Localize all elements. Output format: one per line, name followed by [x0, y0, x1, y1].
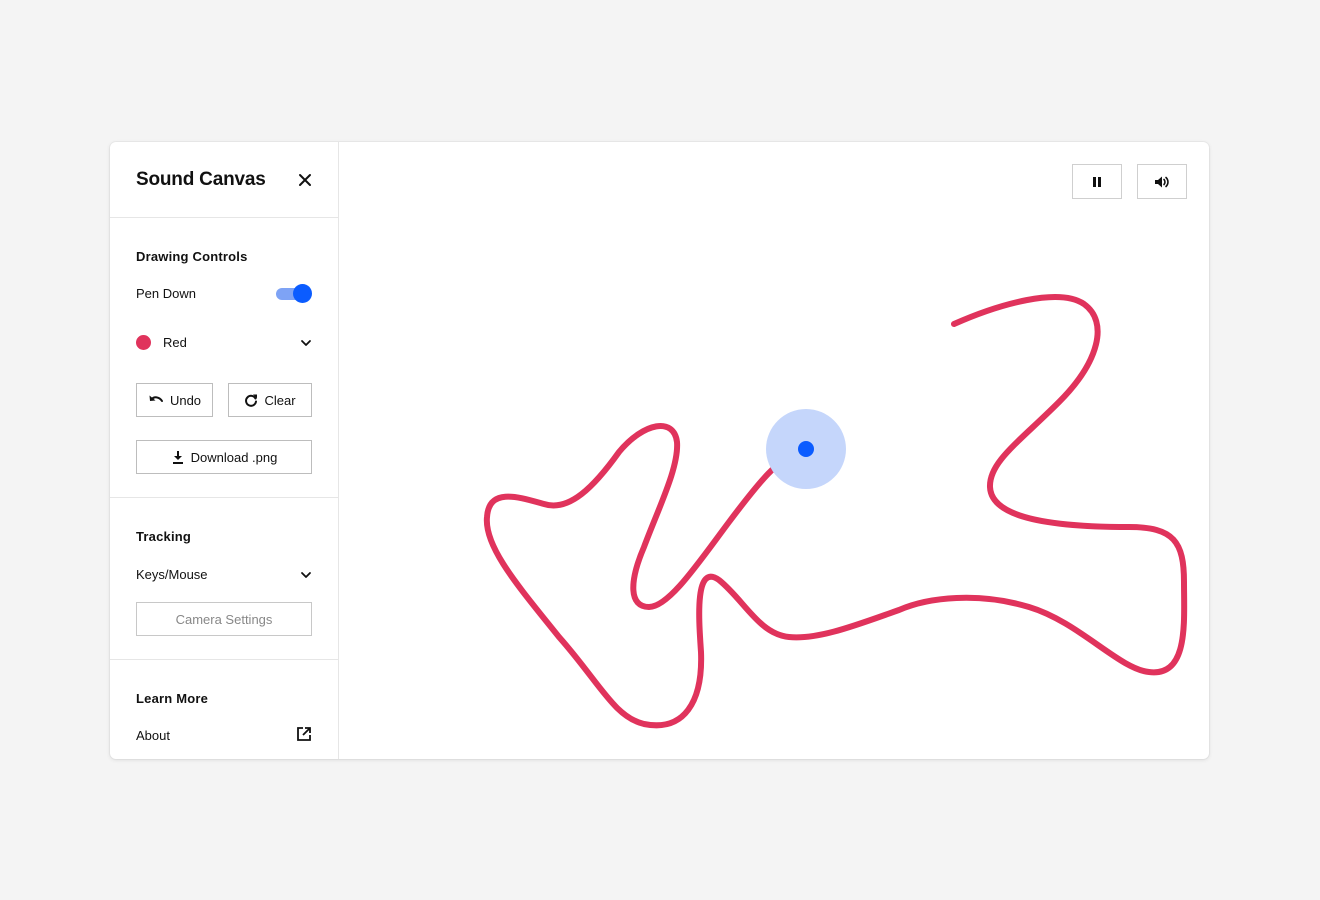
tracking-mode-label: Keys/Mouse	[136, 567, 208, 582]
section-divider	[110, 659, 338, 660]
undo-label: Undo	[169, 392, 202, 408]
drawing-surface	[483, 294, 1188, 729]
drawing-canvas[interactable]	[339, 142, 1209, 759]
about-link[interactable]: About	[136, 725, 312, 747]
camera-settings-label: Camera Settings	[175, 611, 273, 627]
app-title: Sound Canvas	[136, 169, 266, 190]
color-select-label: Red	[163, 335, 187, 350]
refresh-icon	[245, 394, 258, 407]
tracking-mode-select[interactable]: Keys/Mouse	[136, 564, 312, 586]
pen-down-label: Pen Down	[136, 286, 196, 301]
pen-down-toggle[interactable]	[276, 284, 312, 303]
toggle-knob	[293, 284, 312, 303]
section-divider	[110, 497, 338, 498]
download-icon	[172, 451, 183, 464]
pause-button[interactable]	[1072, 164, 1122, 199]
undo-icon	[149, 395, 163, 402]
color-swatch	[136, 335, 151, 350]
cursor-dot	[798, 441, 814, 457]
sidebar-header: Sound Canvas	[110, 142, 338, 218]
chevron-down-icon	[301, 340, 311, 346]
download-png-button[interactable]: Download .png	[136, 440, 312, 474]
drawing-controls-title: Drawing Controls	[136, 249, 248, 264]
volume-icon	[1155, 176, 1169, 187]
sidebar: Sound Canvas Drawing Controls Pen Down R…	[110, 142, 339, 759]
volume-button[interactable]	[1137, 164, 1187, 199]
about-label: About	[136, 728, 170, 743]
chevron-down-icon	[301, 572, 311, 578]
clear-label: Clear	[264, 392, 296, 408]
learn-more-title: Learn More	[136, 691, 209, 706]
undo-button[interactable]: Undo	[136, 383, 213, 417]
download-label: Download .png	[190, 449, 278, 465]
external-link-icon	[297, 727, 311, 741]
clear-button[interactable]: Clear	[228, 383, 312, 417]
close-button[interactable]	[295, 170, 315, 190]
camera-settings-button[interactable]: Camera Settings	[136, 602, 312, 636]
drawn-stroke	[483, 294, 1188, 729]
color-select[interactable]: Red	[136, 332, 312, 354]
close-icon	[299, 174, 311, 186]
tracking-title: Tracking	[136, 529, 192, 544]
pause-icon	[1093, 176, 1101, 187]
app-window: Sound Canvas Drawing Controls Pen Down R…	[110, 142, 1209, 759]
